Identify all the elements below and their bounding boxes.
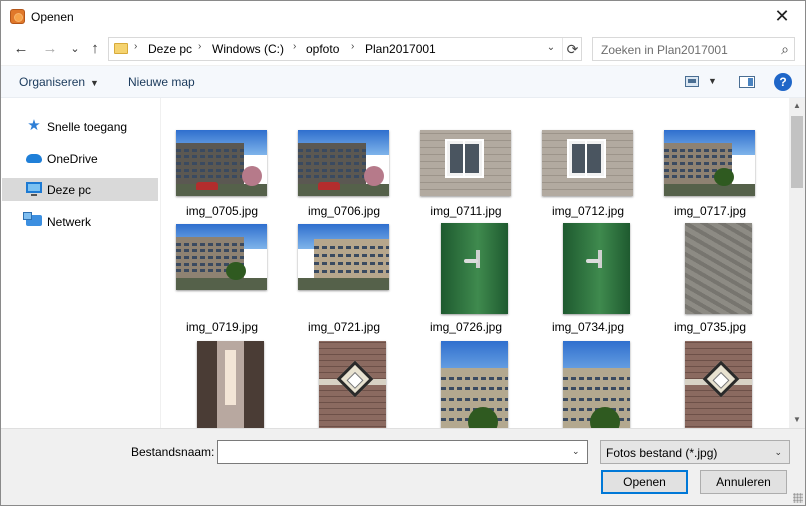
- file-name: img_0726.jpg: [429, 320, 503, 334]
- new-folder-button[interactable]: Nieuwe map: [128, 75, 195, 89]
- vertical-scrollbar[interactable]: ▲ ▼: [789, 98, 805, 428]
- search-input[interactable]: Zoeken in Plan2017001: [601, 43, 728, 57]
- sidebar-item-quick-access[interactable]: ★ Snelle toegang: [2, 115, 158, 138]
- sidebar-item-label: Netwerk: [47, 215, 92, 229]
- image-thumbnail[interactable]: [685, 223, 752, 314]
- folder-icon: [114, 43, 128, 54]
- forward-button[interactable]: →: [39, 39, 61, 59]
- navigation-bar: ← → ⌄ ↑ › Deze pc › Windows (C:) › opfot…: [1, 33, 805, 65]
- image-thumbnail[interactable]: [664, 130, 755, 196]
- network-icon: [23, 212, 42, 226]
- chevron-down-icon: ⌄: [774, 447, 782, 457]
- sidebar-item-network[interactable]: Netwerk: [2, 210, 158, 233]
- organize-button[interactable]: Organiseren ▼: [19, 75, 99, 89]
- cancel-button[interactable]: Annuleren: [700, 470, 787, 494]
- organize-label: Organiseren: [19, 75, 86, 89]
- search-icon[interactable]: ⌕: [781, 41, 789, 58]
- image-thumbnail[interactable]: [420, 130, 511, 196]
- view-options-caret-icon[interactable]: ▼: [708, 76, 717, 86]
- dialog-footer: Bestandsnaam: ⌄ Fotos bestand (*.jpg) ⌄ …: [1, 428, 805, 505]
- close-button[interactable]: ✕: [759, 1, 805, 32]
- image-thumbnail[interactable]: [563, 223, 630, 314]
- filename-dropdown-icon[interactable]: ⌄: [572, 446, 580, 457]
- breadcrumb-plan2017001[interactable]: Plan2017001: [365, 42, 436, 56]
- monitor-icon: [26, 182, 42, 196]
- image-thumbnail[interactable]: [176, 224, 267, 290]
- image-thumbnail[interactable]: [685, 341, 752, 428]
- file-name: img_0705.jpg: [185, 204, 259, 218]
- sidebar-item-this-pc[interactable]: Deze pc: [2, 178, 158, 201]
- title-bar[interactable]: Openen ✕: [1, 1, 805, 33]
- image-thumbnail[interactable]: [176, 130, 267, 196]
- file-name: img_0719.jpg: [185, 320, 259, 334]
- crumb-separator-icon: ›: [351, 41, 355, 52]
- change-view-icon[interactable]: [685, 76, 699, 87]
- file-name: img_0721.jpg: [307, 320, 381, 334]
- filename-label: Bestandsnaam:: [131, 445, 215, 459]
- caret-down-icon: ▼: [90, 78, 99, 88]
- file-name: img_0711.jpg: [430, 204, 502, 218]
- image-thumbnail[interactable]: [441, 223, 508, 314]
- preview-pane-icon[interactable]: [739, 76, 755, 88]
- image-thumbnail[interactable]: [298, 130, 389, 196]
- up-button[interactable]: ↑: [84, 39, 106, 59]
- recent-locations-button[interactable]: ⌄: [64, 39, 86, 59]
- navigation-pane: ★ Snelle toegang OneDrive Deze pc Netwer…: [1, 98, 161, 428]
- image-thumbnail[interactable]: [441, 341, 508, 428]
- help-icon[interactable]: ?: [774, 73, 792, 91]
- dialog-title: Openen: [31, 10, 74, 24]
- file-name: img_0712.jpg: [551, 204, 625, 218]
- file-type-value: Fotos bestand (*.jpg): [606, 446, 718, 460]
- filename-input[interactable]: [217, 440, 588, 464]
- open-dialog: Openen ✕ ← → ⌄ ↑ › Deze pc › Windows (C:…: [0, 0, 806, 506]
- image-thumbnail[interactable]: [197, 341, 264, 428]
- file-name: img_0717.jpg: [673, 204, 747, 218]
- file-grid: img_0705.jpg img_0706.jpg img_0711.jpg img_…: [162, 98, 789, 428]
- scroll-down-icon[interactable]: ▼: [789, 412, 805, 428]
- cloud-icon: [26, 154, 42, 163]
- address-bar[interactable]: › Deze pc › Windows (C:) › opfoto › Plan…: [108, 37, 582, 61]
- search-box[interactable]: Zoeken in Plan2017001 ⌕: [592, 37, 795, 61]
- scroll-up-icon[interactable]: ▲: [789, 98, 805, 114]
- image-thumbnail[interactable]: [298, 224, 389, 290]
- crumb-separator-icon: ›: [293, 41, 297, 52]
- refresh-button[interactable]: ⟳: [562, 38, 582, 60]
- sidebar-item-label: OneDrive: [47, 152, 98, 166]
- scroll-thumb[interactable]: [791, 116, 803, 188]
- image-thumbnail[interactable]: [319, 341, 386, 428]
- image-thumbnail[interactable]: [542, 130, 633, 196]
- file-type-select[interactable]: Fotos bestand (*.jpg) ⌄: [600, 440, 790, 464]
- sidebar-item-label: Deze pc: [47, 183, 92, 197]
- app-icon: [10, 9, 25, 24]
- breadcrumb-windows-c[interactable]: Windows (C:): [212, 42, 284, 56]
- resize-grip[interactable]: [793, 493, 803, 503]
- breadcrumb-opfoto[interactable]: opfoto: [306, 42, 339, 56]
- open-button[interactable]: Openen: [601, 470, 688, 494]
- star-icon: ★: [27, 117, 41, 134]
- command-bar: Organiseren ▼ Nieuwe map ▼ ?: [1, 65, 805, 98]
- crumb-separator-icon: ›: [198, 41, 202, 52]
- file-name: img_0734.jpg: [551, 320, 625, 334]
- sidebar-item-label: Snelle toegang: [47, 120, 128, 134]
- address-dropdown-icon[interactable]: ⌄: [544, 42, 558, 53]
- crumb-separator-icon: ›: [134, 41, 138, 52]
- file-name: img_0735.jpg: [673, 320, 747, 334]
- sidebar-item-onedrive[interactable]: OneDrive: [2, 147, 158, 170]
- back-button[interactable]: ←: [10, 39, 32, 59]
- file-name: img_0706.jpg: [307, 204, 381, 218]
- breadcrumb-deze-pc[interactable]: Deze pc: [148, 42, 192, 56]
- image-thumbnail[interactable]: [563, 341, 630, 428]
